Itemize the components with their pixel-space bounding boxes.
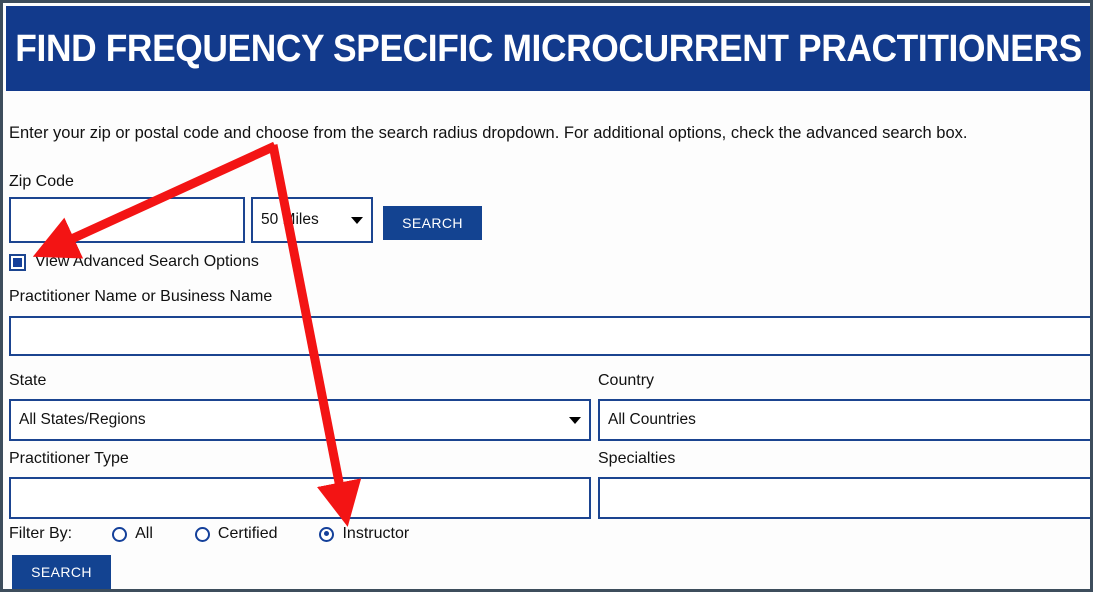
search-button-bottom-label: SEARCH [31, 564, 92, 580]
radio-label-instructor: Instructor [342, 525, 410, 542]
advanced-search-label: View Advanced Search Options [35, 253, 259, 270]
advanced-search-row[interactable]: View Advanced Search Options [9, 253, 259, 271]
zip-code-input[interactable] [9, 197, 245, 243]
radio-icon-certified[interactable] [194, 526, 210, 542]
filter-by-row: Filter By: All Certified Instructor [9, 525, 451, 543]
radio-label-certified: Certified [217, 525, 278, 542]
country-dropdown[interactable]: All Countries [598, 399, 1090, 441]
radio-icon-instructor[interactable] [319, 526, 335, 542]
practitioner-type-input[interactable] [9, 477, 591, 519]
search-button-top-label: SEARCH [402, 215, 463, 231]
country-label: Country [598, 372, 655, 389]
radio-icon-all[interactable] [112, 526, 128, 542]
radio-label-all: All [135, 525, 153, 542]
state-label: State [9, 372, 47, 389]
practitioner-type-label: Practitioner Type [9, 450, 129, 467]
filter-by-label: Filter By: [9, 525, 73, 542]
radio-option-instructor[interactable]: Instructor [319, 525, 409, 543]
specialties-input[interactable] [598, 477, 1090, 519]
practitioner-name-input[interactable] [9, 316, 1090, 356]
chevron-down-icon [569, 416, 581, 424]
search-button-bottom[interactable]: SEARCH [12, 555, 111, 589]
search-radius-dropdown[interactable]: 50 Miles [251, 197, 373, 243]
radio-option-all[interactable]: All [112, 525, 153, 543]
specialties-label: Specialties [598, 450, 676, 467]
state-dropdown[interactable]: All States/Regions [9, 399, 591, 441]
chevron-down-icon [351, 216, 363, 224]
search-button-top[interactable]: SEARCH [383, 206, 482, 240]
checkbox-checked-icon[interactable] [9, 253, 26, 271]
page-title: FIND FREQUENCY SPECIFIC MICROCURRENT PRA… [15, 27, 1082, 70]
zip-code-label: Zip Code [9, 173, 74, 190]
country-value: All Countries [608, 411, 696, 428]
practitioner-search-page: FIND FREQUENCY SPECIFIC MICROCURRENT PRA… [0, 0, 1093, 592]
practitioner-name-label: Practitioner Name or Business Name [9, 288, 273, 305]
state-value: All States/Regions [19, 411, 146, 428]
page-header: FIND FREQUENCY SPECIFIC MICROCURRENT PRA… [6, 6, 1090, 91]
intro-text: Enter your zip or postal code and choose… [9, 124, 968, 142]
search-radius-value: 50 Miles [261, 211, 319, 228]
radio-option-certified[interactable]: Certified [194, 525, 278, 543]
